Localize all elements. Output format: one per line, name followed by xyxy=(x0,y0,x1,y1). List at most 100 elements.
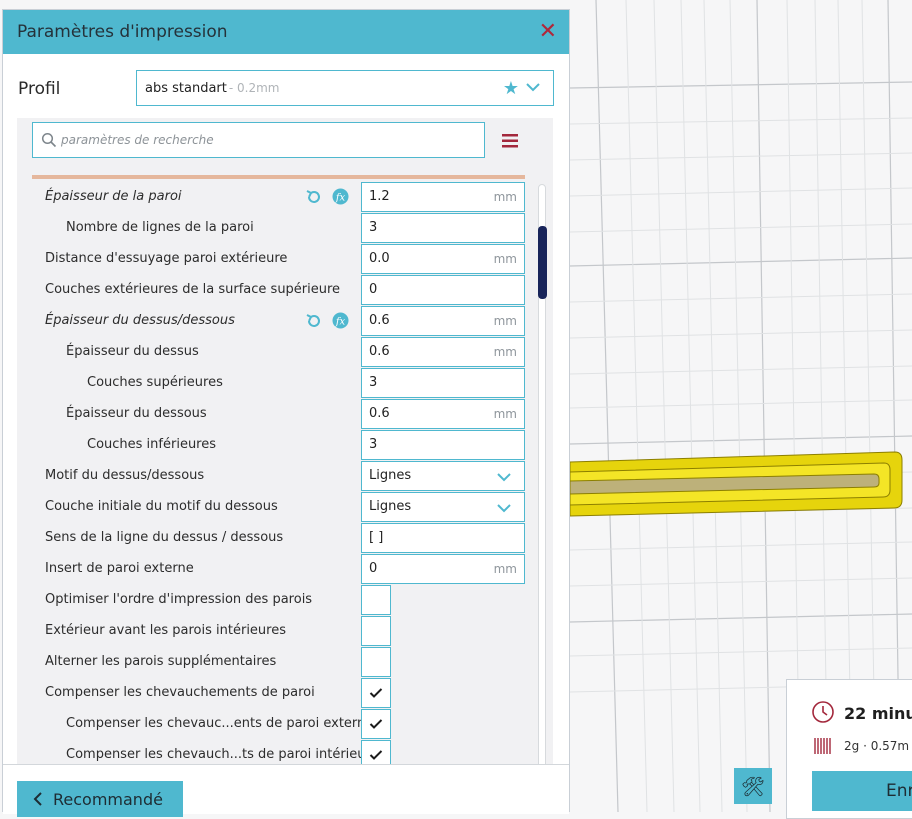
scrollbar-thumb[interactable] xyxy=(538,226,547,299)
setting-input[interactable]: 1.2 mm xyxy=(361,182,525,212)
settings-area: Épaisseur de la paroi fx 1.2 mm Nombre de li… xyxy=(17,118,553,764)
reset-icon[interactable] xyxy=(305,312,323,330)
check-icon xyxy=(369,688,383,698)
setting-row: Couches supérieures 3 xyxy=(17,368,537,399)
setting-value: 0.0 xyxy=(369,251,390,266)
chevron-down-icon[interactable] xyxy=(496,501,512,515)
setting-label: Motif du dessus/dessous xyxy=(45,468,205,483)
setting-input[interactable]: 3 xyxy=(361,368,525,398)
setting-label: Alterner les parois supplémentaires xyxy=(45,654,277,669)
setting-value: 3 xyxy=(369,220,378,235)
setting-label: Couches supérieures xyxy=(87,375,223,390)
setting-input[interactable]: 0.6 mm xyxy=(361,399,525,429)
setting-label: Extérieur avant les parois intérieures xyxy=(45,623,287,638)
setting-input[interactable]: 0.6 mm xyxy=(361,306,525,336)
setting-label: Épaisseur du dessus/dessous xyxy=(45,313,235,328)
setting-input[interactable]: 0 mm xyxy=(361,554,525,584)
chevron-left-icon xyxy=(33,792,42,806)
hamburger-icon[interactable] xyxy=(502,134,518,148)
svg-text:fx: fx xyxy=(335,316,346,327)
model-preview[interactable] xyxy=(569,451,903,517)
check-icon xyxy=(369,719,383,729)
close-button[interactable]: ✕ xyxy=(539,21,557,43)
recommended-label: Recommandé xyxy=(53,789,163,809)
spool-icon xyxy=(814,738,831,754)
setting-checkbox[interactable] xyxy=(361,709,391,739)
material-usage: 2g · 0.57m xyxy=(844,739,910,753)
setting-value: 3 xyxy=(369,437,378,452)
setting-label: Couche initiale du motif du dessous xyxy=(45,499,278,514)
setting-row: Couches extérieures de la surface supéri… xyxy=(17,275,537,306)
setting-checkbox[interactable] xyxy=(361,740,391,764)
profile-name: abs standart xyxy=(145,80,227,96)
setting-input[interactable]: [ ] xyxy=(361,523,525,553)
setting-label: Épaisseur du dessous xyxy=(66,406,207,421)
profile-dropdown[interactable]: abs standart - 0.2mm ★ xyxy=(136,70,554,106)
profile-layer-height: - 0.2mm xyxy=(228,81,280,95)
setting-row: Épaisseur du dessous 0.6 mm xyxy=(17,399,537,430)
setting-label: Couches extérieures de la surface supéri… xyxy=(45,282,341,297)
search-input[interactable] xyxy=(59,132,463,148)
setting-input[interactable]: 3 xyxy=(361,213,525,243)
setting-label: Couches inférieures xyxy=(87,437,217,452)
setting-row: Alterner les parois supplémentaires xyxy=(17,647,537,678)
setting-row: Épaisseur de la paroi fx 1.2 mm xyxy=(17,182,537,213)
setting-select[interactable]: Lignes xyxy=(361,492,525,522)
setting-row: Épaisseur du dessus 0.6 mm xyxy=(17,337,537,368)
svg-text:fx: fx xyxy=(335,192,346,203)
setting-value: 0.6 xyxy=(369,344,390,359)
setting-row: Extérieur avant les parois intérieures xyxy=(17,616,537,647)
setting-unit: mm xyxy=(493,407,517,421)
setting-value: 0 xyxy=(369,282,378,297)
setting-label: Insert de paroi externe xyxy=(45,561,194,576)
setting-label: Optimiser l'ordre d'impression des paroi… xyxy=(45,592,313,607)
star-icon[interactable]: ★ xyxy=(503,78,519,99)
setting-row: Compenser les chevauc...ents de paroi ex… xyxy=(17,709,537,740)
print-estimate-panel: 22 minutes 2g · 0.57m Enregistrer sur le… xyxy=(786,679,912,819)
setting-row: Couche initiale du motif du dessous Ligne… xyxy=(17,492,537,523)
section-divider xyxy=(32,175,525,179)
setting-label: Épaisseur du dessus xyxy=(66,344,199,359)
setting-checkbox[interactable] xyxy=(361,647,391,677)
profile-label: Profil xyxy=(18,79,61,99)
tools-icon[interactable]: 🛠 xyxy=(734,768,772,804)
check-icon xyxy=(369,750,383,760)
setting-row: Motif du dessus/dessous Lignes xyxy=(17,461,537,492)
chevron-down-icon[interactable] xyxy=(496,470,512,484)
setting-value: 1.2 xyxy=(369,189,390,204)
setting-value: 3 xyxy=(369,375,378,390)
setting-row: Nombre de lignes de la paroi 3 xyxy=(17,213,537,244)
setting-label: Compenser les chevauch...ts de paroi int… xyxy=(66,747,379,762)
setting-label: Épaisseur de la paroi xyxy=(45,189,182,204)
panel-footer: Recommandé xyxy=(3,764,569,817)
setting-value: Lignes xyxy=(369,499,412,514)
fx-icon[interactable]: fx xyxy=(332,188,349,205)
reset-icon[interactable] xyxy=(305,188,323,206)
setting-checkbox[interactable] xyxy=(361,678,391,708)
setting-row: Distance d'essuyage paroi extérieure 0.0 m… xyxy=(17,244,537,275)
setting-checkbox[interactable] xyxy=(361,585,391,615)
setting-input[interactable]: 0.6 mm xyxy=(361,337,525,367)
setting-checkbox[interactable] xyxy=(361,616,391,646)
panel-title: Paramètres d'impression xyxy=(17,22,228,42)
clock-icon xyxy=(812,701,834,723)
setting-unit: mm xyxy=(493,190,517,204)
fx-icon[interactable]: fx xyxy=(332,312,349,329)
setting-value: 0 xyxy=(369,561,378,576)
setting-unit: mm xyxy=(493,252,517,266)
setting-value: Lignes xyxy=(369,468,412,483)
chevron-down-icon[interactable] xyxy=(525,79,541,95)
setting-label: Distance d'essuyage paroi extérieure xyxy=(45,251,288,266)
setting-input[interactable]: 3 xyxy=(361,430,525,460)
setting-row: Épaisseur du dessus/dessous fx 0.6 mm xyxy=(17,306,537,337)
setting-label: Sens de la ligne du dessus / dessous xyxy=(45,530,284,545)
setting-unit: mm xyxy=(493,345,517,359)
setting-unit: mm xyxy=(493,562,517,576)
print-settings-panel: Paramètres d'impression ✕ Profil abs sta… xyxy=(2,9,570,817)
setting-select[interactable]: Lignes xyxy=(361,461,525,491)
setting-input[interactable]: 0 xyxy=(361,275,525,305)
save-to-disk-button[interactable]: Enregistrer sur le disque xyxy=(812,771,912,811)
setting-input[interactable]: 0.0 mm xyxy=(361,244,525,274)
setting-label: Nombre de lignes de la paroi xyxy=(66,220,254,235)
search-box[interactable] xyxy=(32,122,485,158)
